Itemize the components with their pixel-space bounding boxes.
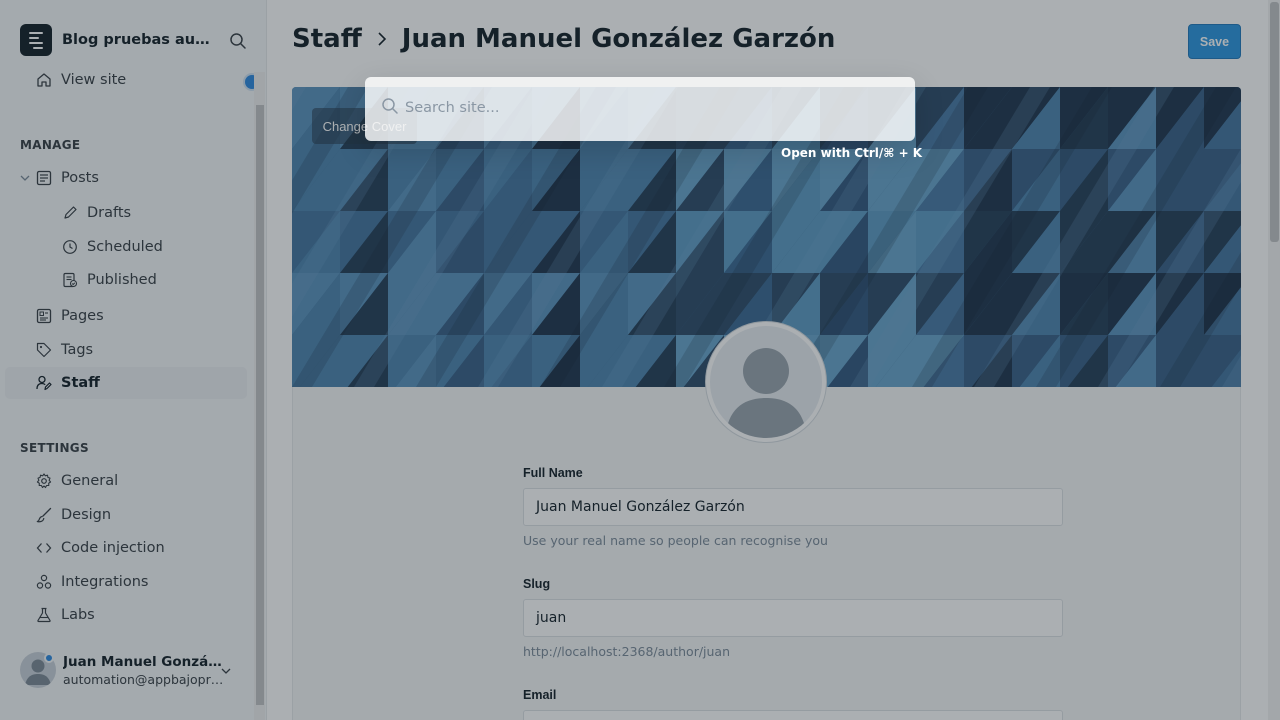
search-icon: [381, 97, 399, 119]
search-input[interactable]: [405, 95, 895, 121]
search-shortcut-hint: Open with Ctrl/⌘ + K: [781, 146, 923, 160]
search-modal: [365, 77, 915, 141]
